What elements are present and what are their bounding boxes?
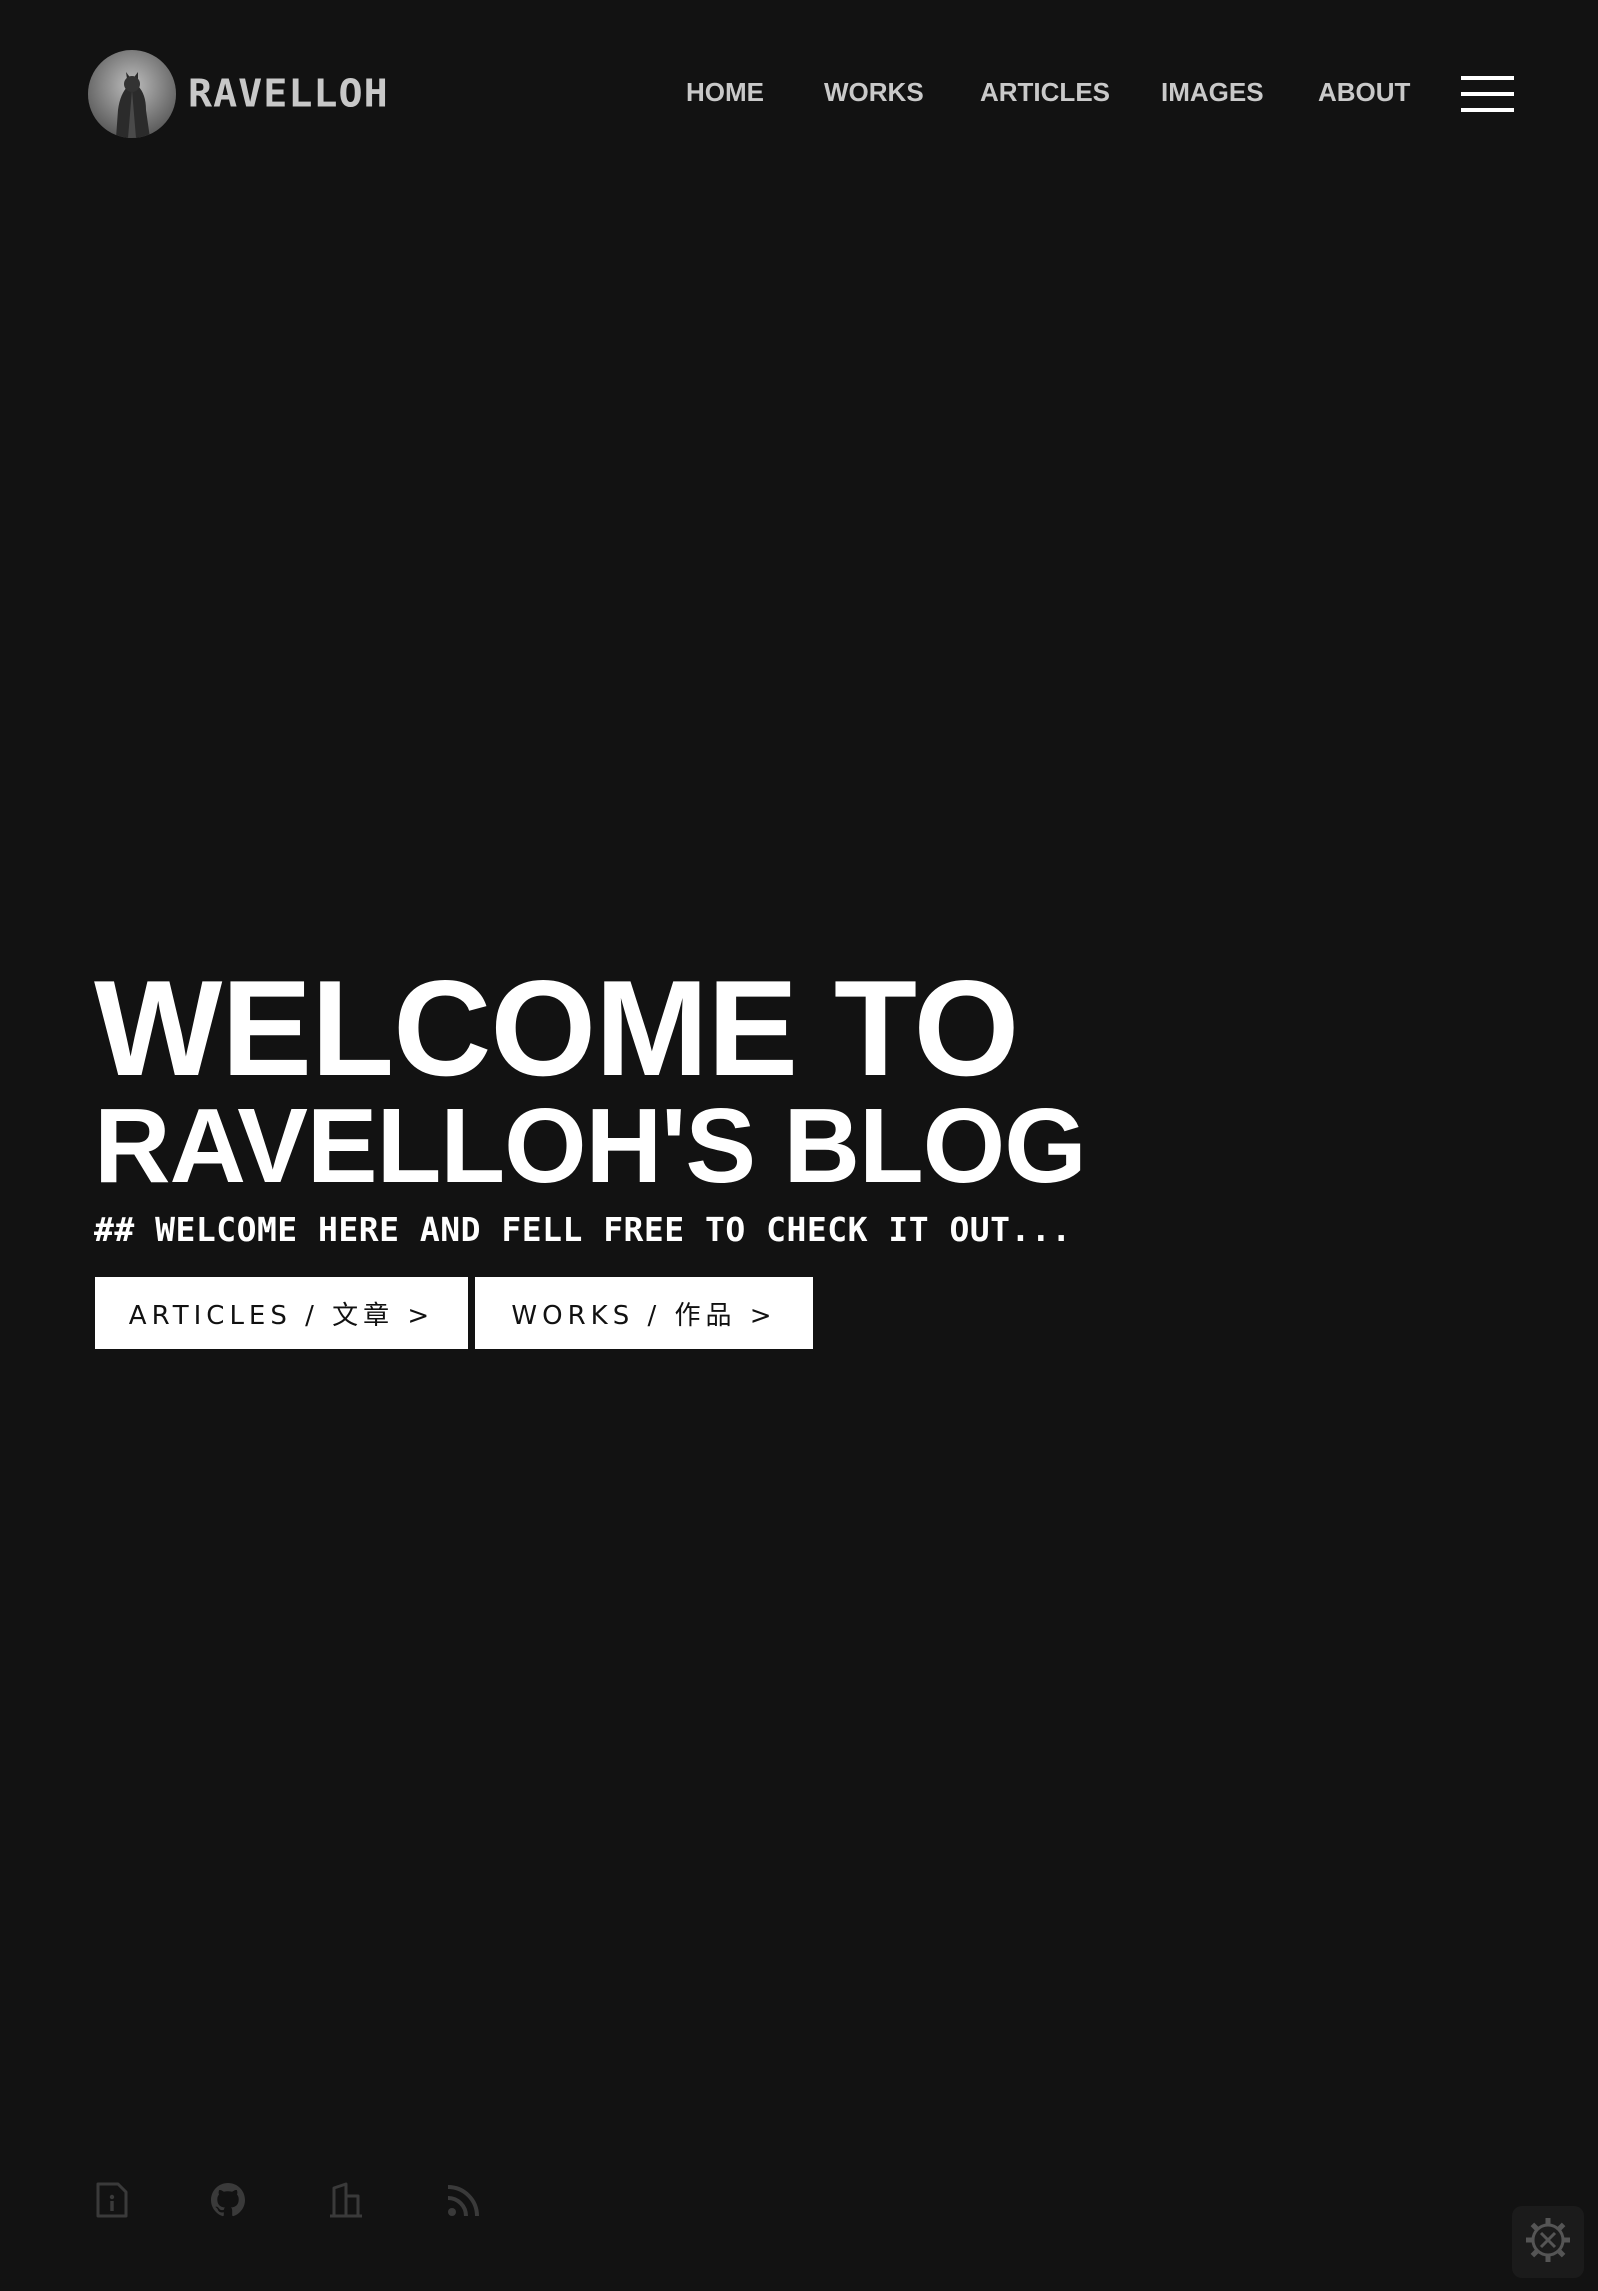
github-icon[interactable] bbox=[208, 2180, 248, 2220]
page: RAVELLOH HOME WORKS ARTICLES IMAGES ABOU… bbox=[0, 0, 1598, 2291]
hamburger-icon[interactable] bbox=[1461, 76, 1514, 112]
hero-title-line2: RAVELLOH'S BLOG bbox=[94, 1087, 1087, 1205]
nav-item-articles[interactable]: ARTICLES bbox=[980, 76, 1110, 108]
building-icon[interactable] bbox=[326, 2180, 366, 2220]
main-nav: HOME WORKS ARTICLES IMAGES ABOUT bbox=[0, 76, 1598, 116]
works-button[interactable]: WORKS / 作品 > bbox=[475, 1277, 813, 1349]
articles-button[interactable]: ARTICLES / 文章 > bbox=[95, 1277, 468, 1349]
nav-item-images[interactable]: IMAGES bbox=[1161, 76, 1264, 108]
nav-item-home[interactable]: HOME bbox=[686, 76, 764, 108]
hero-title-line1: WELCOME TO bbox=[94, 952, 1019, 1104]
info-document-icon[interactable] bbox=[92, 2180, 132, 2220]
site-header: RAVELLOH HOME WORKS ARTICLES IMAGES ABOU… bbox=[0, 0, 1598, 190]
nav-item-about[interactable]: ABOUT bbox=[1318, 76, 1410, 108]
settings-button[interactable] bbox=[1512, 2206, 1584, 2278]
hero-subtitle: ## WELCOME HERE AND FELL FREE TO CHECK I… bbox=[94, 1210, 1072, 1249]
nav-item-works[interactable]: WORKS bbox=[824, 76, 924, 108]
gear-icon bbox=[1522, 2214, 1574, 2270]
rss-icon[interactable] bbox=[444, 2180, 484, 2220]
